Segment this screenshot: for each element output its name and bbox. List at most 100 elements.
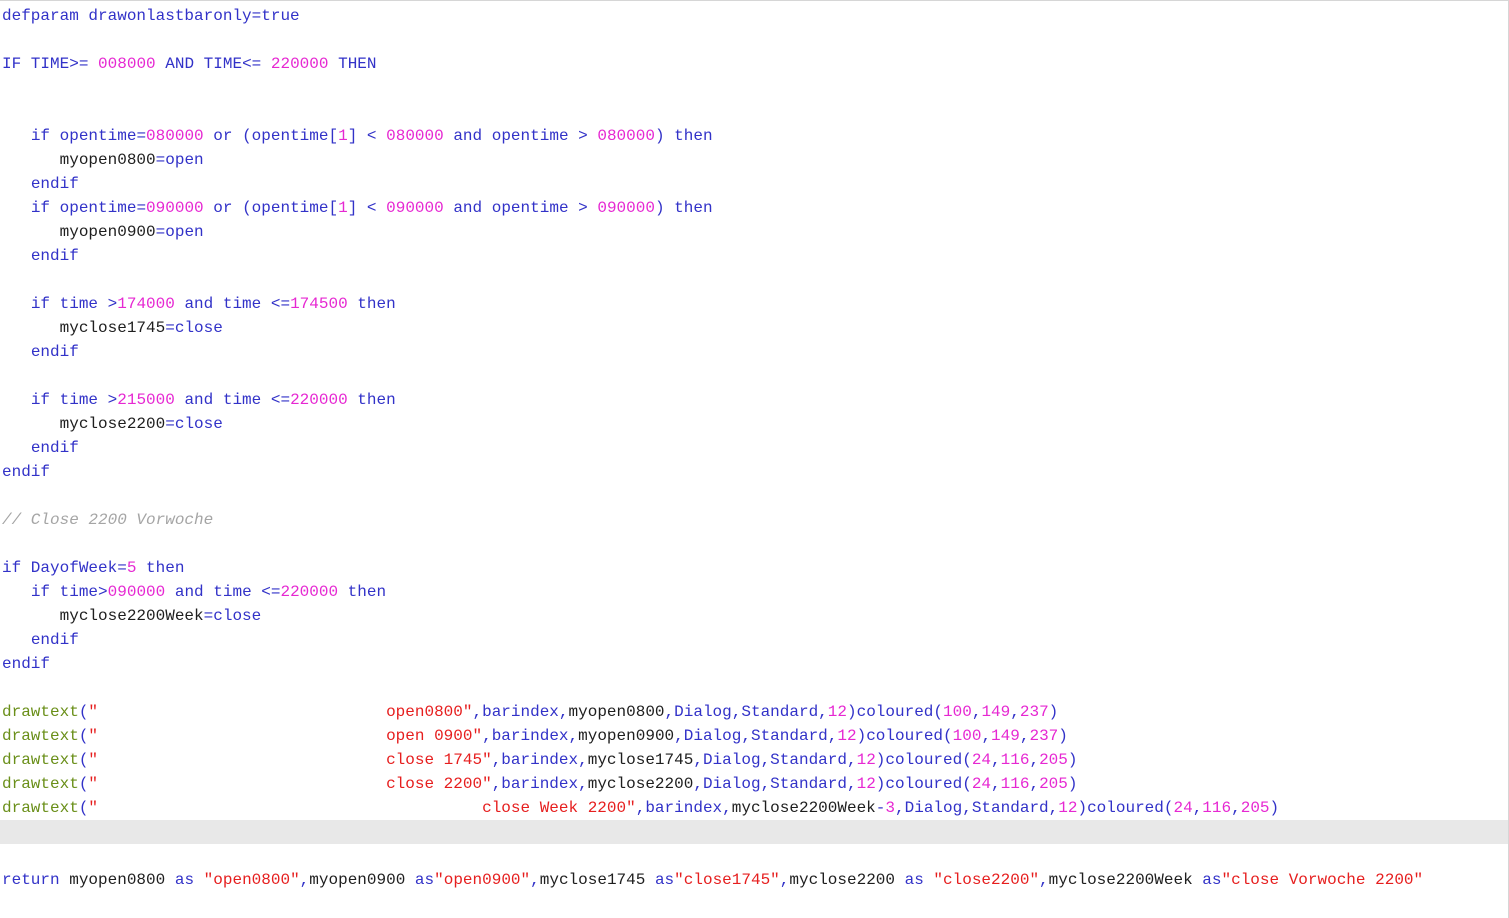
code-line[interactable]: drawtext(" close 1745",barindex,myclose1… [0,748,1508,772]
code-token: , [741,727,751,745]
code-token: , [578,751,588,769]
code-token: 205 [1039,751,1068,769]
code-token: 220000 [270,55,329,73]
code-token: , [664,703,675,721]
code-line[interactable]: if opentime=080000 or (opentime[1] < 080… [0,124,1508,148]
code-token: , [491,751,502,769]
code-token: then [664,199,713,217]
code-line[interactable]: myopen0900=open [0,220,1508,244]
code-token: ( [78,799,89,817]
code-token: defparam drawonlastbaronly [2,7,252,25]
code-token: as [654,871,675,889]
code-token: then [347,295,396,313]
code-line[interactable]: // Close 2200 Vorwoche [0,508,1508,532]
code-token: = [251,7,262,25]
code-token: if opentime [30,127,137,145]
code-token: 220000 [280,583,339,601]
code-token: 237 [1019,703,1049,721]
code-token: ( [78,775,89,793]
code-token: myopen0800 [568,703,665,721]
code-token: [ [328,127,339,145]
code-line[interactable]: drawtext(" close Week 2200",barindex,myc… [0,796,1508,820]
code-line[interactable]: if DayofWeek=5 then [0,556,1508,580]
code-token: 116 [1202,799,1232,817]
code-line[interactable]: return myopen0800 as "open0800",myopen09… [0,868,1508,892]
code-line[interactable]: if time >215000 and time <=220000 then [0,388,1508,412]
code-token: 220000 [290,391,348,409]
code-token: then [136,559,185,577]
code-token: , [991,751,1001,769]
code-token: if opentime [30,199,137,217]
code-line[interactable]: IF TIME>= 008000 AND TIME<= 220000 THEN [0,52,1508,76]
code-line[interactable]: drawtext(" open0800",barindex,myopen0800… [0,700,1508,724]
code-token: myopen0800 [2,151,156,169]
code-line[interactable]: myclose2200=close [0,412,1508,436]
code-token: - [875,799,886,817]
code-token: ( [78,703,89,721]
code-line[interactable]: drawtext(" close 2200",barindex,myclose2… [0,772,1508,796]
code-token: and time [174,295,271,313]
code-token: ( [78,727,89,745]
code-token: > [98,583,108,601]
code-token: 008000 [98,55,156,73]
code-token: 149 [981,703,1011,721]
code-token: = [155,223,166,241]
code-line[interactable]: endif [0,460,1508,484]
code-token: , [731,703,742,721]
code-token: myclose2200Week [2,607,204,625]
code-line-current[interactable] [0,820,1508,844]
code-token: ) [654,199,665,217]
code-token: 080000 [386,127,444,145]
code-token: " close Week 2200" [88,799,636,817]
code-token: , [1010,703,1020,721]
code-token: myopen0800 [69,871,175,889]
code-token: ) [1058,727,1068,745]
code-token: > [578,127,598,145]
code-line[interactable]: if time>090000 and time <=220000 then [0,580,1508,604]
code-token: , [491,775,502,793]
code-token: 1 [338,199,348,217]
code-token: <= [270,295,291,313]
code-token: coloured [866,727,944,745]
code-line[interactable]: endif [0,652,1508,676]
code-token: 090000 [107,583,166,601]
code-token: 24 [971,775,992,793]
code-token: then [347,391,396,409]
code-token: barindex [645,799,723,817]
code-line[interactable]: myopen0800=open [0,148,1508,172]
code-token: <= [270,391,291,409]
code-token: myopen0900 [309,871,415,889]
code-token: coloured [885,751,963,769]
code-token: myclose2200 [2,415,166,433]
code-token: coloured [1087,799,1164,817]
code-token: endif [30,343,79,361]
code-token: endif [30,439,79,457]
code-token: , [760,751,771,769]
code-token: barindex [491,727,569,745]
code-token: ) [1077,799,1088,817]
code-line[interactable]: endif [0,244,1508,268]
code-token: and opentime [443,199,579,217]
code-line[interactable]: endif [0,436,1508,460]
code-token: opentime [251,127,329,145]
code-token: 080000 [146,127,204,145]
code-token: , [1192,799,1203,817]
code-line[interactable]: defparam drawonlastbaronly=true [0,4,1508,28]
code-line[interactable]: endif [0,628,1508,652]
code-token: 174000 [117,295,175,313]
code-line[interactable]: if opentime=090000 or (opentime[1] < 090… [0,196,1508,220]
code-line[interactable]: drawtext(" open 0900",barindex,myopen090… [0,724,1508,748]
code-token: >= [69,55,99,73]
code-token: Dialog [904,799,963,817]
code-line[interactable]: endif [0,172,1508,196]
code-line[interactable]: myclose1745=close [0,316,1508,340]
code-line[interactable]: endif [0,340,1508,364]
code-token: ) [654,127,665,145]
code-editor[interactable]: defparam drawonlastbaronly=true IF TIME>=… [0,0,1509,918]
code-line[interactable]: if time >174000 and time <=174500 then [0,292,1508,316]
code-token: or [203,127,243,145]
code-line[interactable]: myclose2200Week=close [0,604,1508,628]
